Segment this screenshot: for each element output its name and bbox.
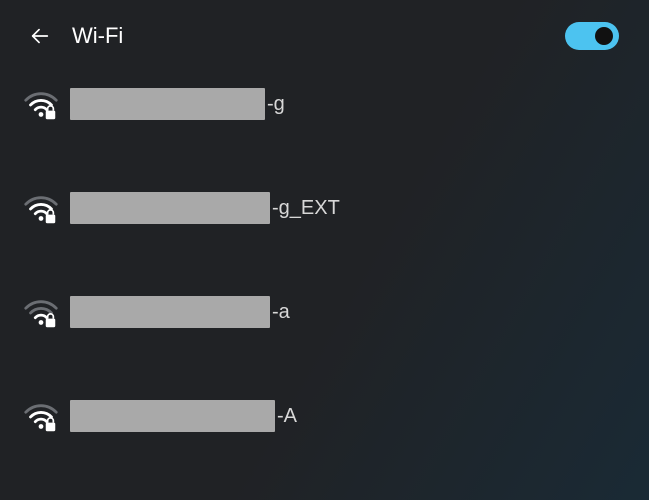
- page-title: Wi-Fi: [72, 23, 565, 49]
- ssid-redacted-block: [70, 400, 275, 432]
- wifi-secured-icon: [22, 85, 60, 123]
- ssid-suffix-label: -g: [267, 93, 285, 116]
- arrow-left-icon: [29, 25, 51, 47]
- ssid-redacted-block: [70, 296, 270, 328]
- ssid-suffix-label: -A: [277, 405, 297, 428]
- ssid-suffix-label: -a: [272, 301, 290, 324]
- wifi-secured-icon: [22, 293, 60, 331]
- wifi-network-item[interactable]: -g_EXT: [18, 178, 631, 238]
- wifi-toggle[interactable]: [565, 22, 619, 50]
- ssid-suffix-label: -g_EXT: [272, 197, 340, 220]
- wifi-network-item[interactable]: -g: [18, 74, 631, 134]
- ssid-redacted-block: [70, 192, 270, 224]
- wifi-secured-icon: [22, 189, 60, 227]
- wifi-network-item[interactable]: -a: [18, 282, 631, 342]
- wifi-network-item[interactable]: -A: [18, 386, 631, 446]
- back-button[interactable]: [22, 18, 58, 54]
- network-list: -g -g_EXT -a: [0, 66, 649, 498]
- toggle-knob: [595, 27, 613, 45]
- ssid-redacted-block: [70, 88, 265, 120]
- wifi-secured-icon: [22, 397, 60, 435]
- wifi-header: Wi-Fi: [0, 0, 649, 66]
